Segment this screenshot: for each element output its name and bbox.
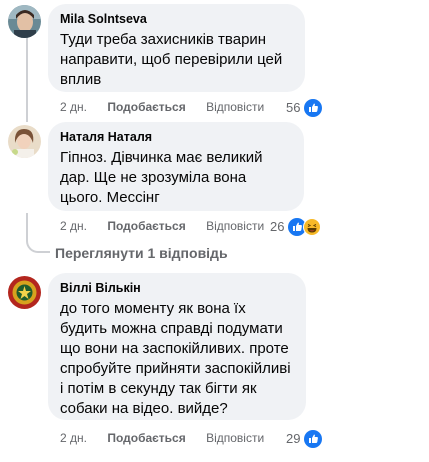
thread-connector — [26, 213, 50, 253]
comment-author[interactable]: Наталя Наталя — [60, 130, 292, 145]
comment-author[interactable]: Віллі Вількін — [60, 281, 294, 296]
haha-icon — [303, 217, 322, 236]
comment-actions: 2 дн. Подобається Відповісти — [60, 430, 264, 446]
reaction-count: 56 — [286, 99, 301, 115]
comment-actions: 2 дн. Подобається Відповісти — [60, 218, 264, 234]
comment-actions: 2 дн. Подобається Відповісти — [60, 99, 264, 115]
like-button[interactable]: Подобається — [107, 218, 185, 234]
like-icon — [304, 98, 323, 117]
thread-line-top — [26, 38, 28, 122]
comment-text: Гіпноз. Дівчинка має великий дар. Ще не … — [60, 149, 263, 206]
reaction-count: 26 — [270, 218, 285, 234]
reply-button[interactable]: Відповісти — [206, 99, 264, 115]
like-button[interactable]: Подобається — [107, 99, 185, 115]
view-replies-link[interactable]: Переглянути 1 відповідь — [55, 243, 228, 263]
comment-timestamp[interactable]: 2 дн. — [60, 430, 87, 446]
comment-text: Туди треба захисників тварин направити, … — [60, 31, 283, 88]
like-button[interactable]: Подобається — [107, 430, 185, 446]
reply-button[interactable]: Відповісти — [206, 218, 264, 234]
comment-bubble: Mila Solntseva Туди треба захисників тва… — [48, 4, 305, 92]
avatar[interactable] — [8, 125, 41, 158]
like-icon — [304, 429, 323, 448]
comment-bubble: Віллі Вількін до того моменту як вона їх… — [48, 273, 306, 420]
comment-text: до того моменту як вона їх будить можна … — [60, 300, 291, 417]
reaction-summary[interactable]: 56 — [286, 97, 323, 117]
reaction-summary[interactable]: 26 — [270, 216, 322, 236]
comment-author[interactable]: Mila Solntseva — [60, 12, 293, 27]
comment-bubble: Наталя Наталя Гіпноз. Дівчинка має велик… — [48, 122, 304, 211]
comment-timestamp[interactable]: 2 дн. — [60, 218, 87, 234]
reply-button[interactable]: Відповісти — [206, 430, 264, 446]
avatar[interactable] — [8, 276, 41, 309]
comment-timestamp[interactable]: 2 дн. — [60, 99, 87, 115]
avatar[interactable] — [8, 5, 41, 38]
reaction-summary[interactable]: 29 — [286, 428, 323, 448]
reaction-count: 29 — [286, 430, 301, 446]
